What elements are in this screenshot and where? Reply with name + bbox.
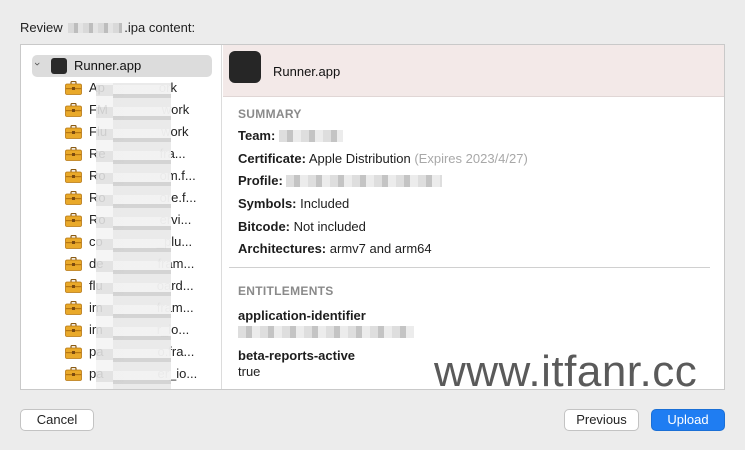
tree-root-runner-app[interactable]: › Runner.app [31, 55, 212, 77]
redacted-filename [68, 23, 123, 33]
toolbox-icon [65, 345, 82, 359]
dialog-heading: Review .ipa content: [20, 20, 195, 35]
entitlements-heading: ENTITLEMENTS [238, 284, 334, 298]
app-icon [51, 58, 67, 74]
redaction-mask [113, 83, 171, 389]
summary-heading: SUMMARY [238, 107, 302, 121]
redacted-app-id [238, 326, 414, 338]
entitlement-value: true [238, 364, 260, 379]
bitcode-value: Not included [293, 219, 366, 234]
section-divider [229, 267, 710, 268]
content-panel: › Runner.app AporkFMworkFluworkRefra...R… [20, 44, 725, 390]
file-tree[interactable]: › Runner.app AporkFMworkFluworkRefra...R… [21, 45, 222, 389]
entitlement-key: beta-reports-active [238, 348, 355, 363]
profile-key: Profile: [238, 173, 283, 188]
toolbox-icon [65, 323, 82, 337]
toolbox-icon [65, 169, 82, 183]
entitlement-value [238, 324, 414, 339]
toolbox-icon [65, 191, 82, 205]
symbols-value: Included [300, 196, 350, 211]
profile-row: Profile: [238, 173, 443, 188]
redacted-profile [286, 175, 443, 187]
toolbox-icon [65, 81, 82, 95]
detail-header: Runner.app [223, 45, 724, 97]
watermark: www.itfanr.cc [434, 347, 698, 396]
toolbox-icon [65, 301, 82, 315]
detail-pane: Runner.app SUMMARY Team: Certificate: Ap… [223, 45, 724, 389]
architectures-value: armv7 and arm64 [329, 241, 432, 256]
beta-reports-active-key: beta-reports-active [238, 348, 356, 363]
redacted-team [278, 130, 343, 142]
toolbox-icon [65, 147, 82, 161]
tree-root-label: Runner.app [74, 58, 142, 73]
symbols-row: Symbols: Included [238, 196, 349, 211]
toolbox-icon [65, 125, 82, 139]
heading-suffix: .ipa content: [124, 20, 196, 35]
team-key: Team: [238, 128, 276, 143]
certificate-value: Apple Distribution [308, 151, 411, 166]
previous-button[interactable]: Previous [564, 409, 639, 431]
architectures-row: Architectures: armv7 and arm64 [238, 241, 432, 256]
symbols-key: Symbols: [238, 196, 297, 211]
bitcode-row: Bitcode: Not included [238, 219, 366, 234]
application-identifier-key: application-identifier [238, 308, 366, 323]
toolbox-icon [65, 235, 82, 249]
detail-title: Runner.app [273, 64, 341, 79]
cancel-button[interactable]: Cancel [20, 409, 94, 431]
toolbox-icon [65, 257, 82, 271]
architectures-key: Architectures: [238, 241, 327, 256]
team-row: Team: [238, 128, 343, 143]
toolbox-icon [65, 103, 82, 117]
bitcode-key: Bitcode: [238, 219, 290, 234]
heading-prefix: Review [20, 20, 63, 35]
toolbox-icon [65, 367, 82, 381]
upload-button[interactable]: Upload [651, 409, 725, 431]
certificate-expiry: (Expires 2023/4/27) [414, 151, 528, 166]
entitlement-key: application-identifier [238, 308, 366, 323]
certificate-key: Certificate: [238, 151, 306, 166]
certificate-row: Certificate: Apple Distribution (Expires… [238, 151, 528, 166]
review-dialog: Review .ipa content: › Runner.app AporkF… [0, 0, 745, 450]
toolbox-icon [65, 213, 82, 227]
app-icon [229, 51, 261, 83]
toolbox-icon [65, 279, 82, 293]
beta-reports-active-value: true [238, 364, 261, 379]
chevron-down-icon[interactable]: › [31, 62, 43, 66]
